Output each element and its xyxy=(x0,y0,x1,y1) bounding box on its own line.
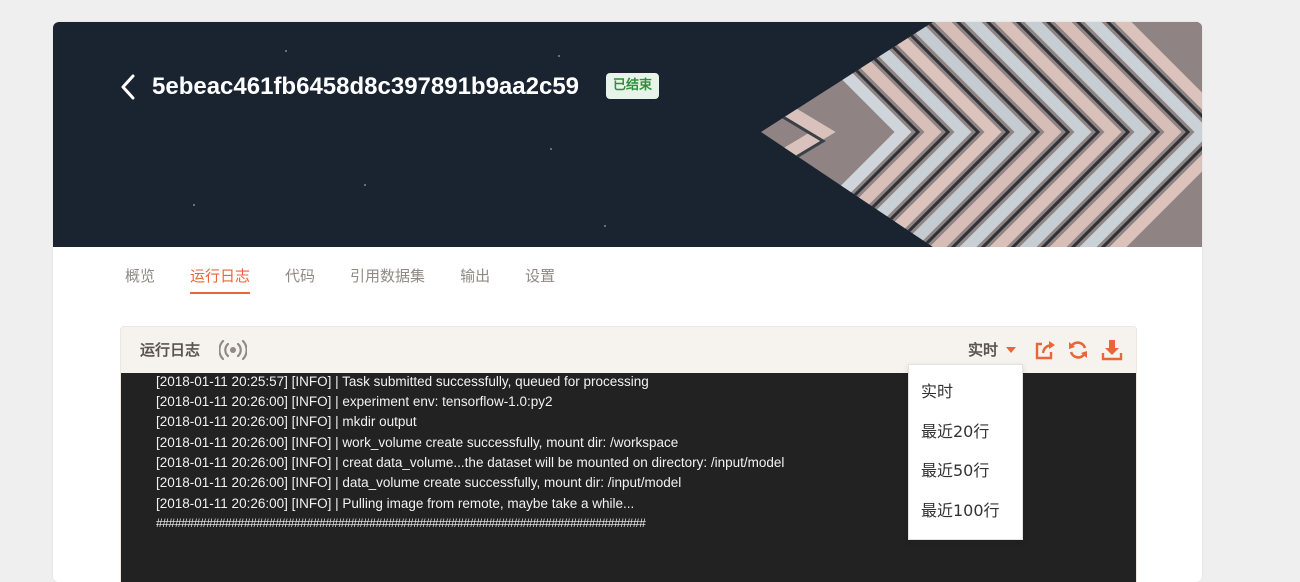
refresh-icon[interactable] xyxy=(1067,339,1089,361)
mode-option-realtime[interactable]: 实时 xyxy=(921,382,953,402)
log-line: [2018-01-11 20:26:00] [INFO] | mkdir out… xyxy=(156,414,417,429)
log-line: [2018-01-11 20:26:00] [INFO] | work_volu… xyxy=(156,435,679,450)
mode-option-last-100[interactable]: 最近100行 xyxy=(921,501,1000,521)
download-icon[interactable] xyxy=(1101,339,1123,361)
hero-banner: 5ebeac461fb6458d8c397891b9aa2c59 已结束 xyxy=(53,22,1202,247)
tab-bar: 概览 运行日志 代码 引用数据集 输出 设置 xyxy=(125,262,590,294)
mode-option-last-50[interactable]: 最近50行 xyxy=(921,461,989,481)
tab-output[interactable]: 输出 xyxy=(460,262,490,292)
log-mode-dropdown: 实时 最近20行 最近50行 最近100行 xyxy=(908,364,1023,540)
back-arrow-icon xyxy=(121,74,135,100)
tab-overview[interactable]: 概览 xyxy=(125,262,155,292)
task-detail-card: 5ebeac461fb6458d8c397891b9aa2c59 已结束 概览 … xyxy=(53,22,1202,582)
status-badge: 已结束 xyxy=(606,73,660,99)
log-line: ########################################… xyxy=(156,516,646,530)
task-title: 5ebeac461fb6458d8c397891b9aa2c59 xyxy=(152,73,580,100)
log-line: [2018-01-11 20:26:00] [INFO] | Pulling i… xyxy=(156,496,635,511)
log-line: [2018-01-11 20:25:57] [INFO] | Task subm… xyxy=(156,374,649,389)
log-line: [2018-01-11 20:26:00] [INFO] | experimen… xyxy=(156,394,553,409)
log-line: [2018-01-11 20:26:00] [INFO] | data_volu… xyxy=(156,475,682,490)
tab-settings[interactable]: 设置 xyxy=(525,262,555,292)
live-signal-icon xyxy=(219,339,247,361)
building-image xyxy=(761,22,1202,247)
back-button[interactable] xyxy=(117,72,139,102)
tab-code[interactable]: 代码 xyxy=(285,262,315,292)
share-icon[interactable] xyxy=(1034,339,1056,361)
log-line: [2018-01-11 20:26:00] [INFO] | creat dat… xyxy=(156,455,785,470)
tab-datasets[interactable]: 引用数据集 xyxy=(350,262,425,292)
log-title: 运行日志 xyxy=(140,341,201,359)
caret-down-icon xyxy=(1006,347,1017,353)
mode-option-last-20[interactable]: 最近20行 xyxy=(921,422,989,442)
tab-run-log[interactable]: 运行日志 xyxy=(190,262,251,294)
